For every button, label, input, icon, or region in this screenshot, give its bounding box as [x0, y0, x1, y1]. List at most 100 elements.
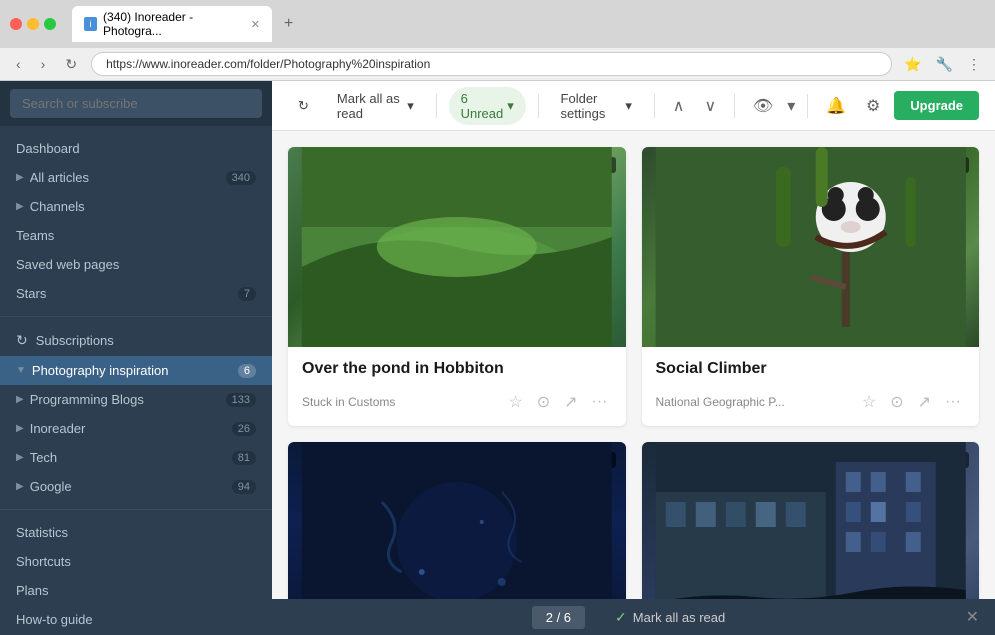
- card-svg-underwater: [288, 442, 626, 599]
- chevron-icon: ▶: [16, 452, 24, 463]
- chevron-icon: ▶: [16, 394, 24, 405]
- tab-close-icon[interactable]: ✕: [251, 18, 260, 31]
- minimize-dot[interactable]: [27, 18, 39, 30]
- sidebar-nav: Dashboard ▶ All articles 340 ▶ Channels …: [0, 126, 272, 635]
- bookmark-icon[interactable]: ⭐: [900, 54, 925, 75]
- cards-grid: 2h: [288, 147, 979, 599]
- toolbar-separator: [436, 94, 437, 118]
- sidebar-item-channels[interactable]: ▶ Channels: [0, 192, 272, 221]
- refresh-button[interactable]: ↻: [288, 92, 319, 120]
- browser-dots: [10, 18, 56, 30]
- chevron-icon: ▶: [16, 201, 24, 212]
- card-body-hobbiton: Over the pond in Hobbiton Stuck in Custo…: [288, 347, 626, 426]
- notification-icon[interactable]: 🔔: [820, 90, 852, 122]
- view-icon[interactable]: 👁: [747, 90, 779, 122]
- sidebar-item-programming-blogs[interactable]: ▶ Programming Blogs 133: [0, 385, 272, 414]
- page-indicator: 2 / 6: [532, 606, 585, 629]
- extensions-icon[interactable]: 🔧: [932, 54, 957, 75]
- sidebar-item-plans[interactable]: Plans: [0, 576, 272, 605]
- bottom-close-icon[interactable]: ✕: [966, 607, 979, 627]
- sidebar-divider-2: [0, 509, 272, 510]
- more-options-icon[interactable]: ···: [941, 391, 965, 413]
- bottom-bar-center: 2 / 6 ✓ Mark all as read: [532, 605, 736, 630]
- sidebar-item-shortcuts[interactable]: Shortcuts: [0, 547, 272, 576]
- url-bar[interactable]: [91, 52, 892, 76]
- next-arrow-icon[interactable]: ∨: [698, 90, 722, 122]
- toolbar-separator-2: [538, 94, 539, 118]
- sidebar-item-tech[interactable]: ▶ Tech 81: [0, 443, 272, 472]
- card-body-panda: Social Climber National Geographic P... …: [642, 347, 980, 426]
- card-image-hobbiton: 2h: [288, 147, 626, 347]
- sidebar: Dashboard ▶ All articles 340 ▶ Channels …: [0, 81, 272, 635]
- sidebar-item-dashboard[interactable]: Dashboard: [0, 134, 272, 163]
- prev-arrow-icon[interactable]: ∧: [667, 90, 691, 122]
- app-container: Dashboard ▶ All articles 340 ▶ Channels …: [0, 81, 995, 635]
- card-title: Over the pond in Hobbiton: [302, 359, 612, 380]
- forward-button[interactable]: ›: [35, 53, 52, 75]
- card-source: National Geographic P...: [656, 395, 852, 409]
- sidebar-item-google[interactable]: ▶ Google 94: [0, 472, 272, 501]
- main-content: 2h: [272, 131, 995, 599]
- dropdown-arrow-icon: ▾: [507, 98, 514, 114]
- sidebar-divider: [0, 316, 272, 317]
- sidebar-item-inoreader[interactable]: ▶ Inoreader 26: [0, 414, 272, 443]
- subscriptions-refresh-icon: ↻: [16, 332, 28, 349]
- chevron-icon: ▶: [16, 423, 24, 434]
- card-image-panda: 7h: [642, 147, 980, 347]
- card-panda: 7h: [642, 147, 980, 426]
- right-panel: ↻ Mark all as read ▾ 6 Unread ▾ Folder s…: [272, 81, 995, 635]
- card-title: Social Climber: [656, 359, 966, 380]
- upgrade-button[interactable]: Upgrade: [894, 91, 979, 120]
- toolbar: ↻ Mark all as read ▾ 6 Unread ▾ Folder s…: [272, 81, 995, 131]
- search-input[interactable]: [10, 89, 262, 118]
- refresh-icon: ↻: [298, 98, 309, 114]
- sidebar-item-how-to-guide[interactable]: How-to guide: [0, 605, 272, 634]
- browser-nav: ‹ › ↻ ⭐ 🔧 ⋮: [0, 48, 995, 80]
- card-svg-building: [642, 442, 980, 599]
- sidebar-item-statistics[interactable]: Statistics: [0, 518, 272, 547]
- toolbar-separator-5: [807, 94, 808, 118]
- chevron-icon: ▼: [16, 365, 26, 376]
- browser-nav-icons: ⭐ 🔧 ⋮: [900, 54, 985, 75]
- open-external-icon[interactable]: ↗: [914, 390, 935, 414]
- unread-filter[interactable]: 6 Unread ▾: [449, 87, 526, 125]
- check-icon: ✓: [615, 609, 627, 626]
- sidebar-item-photography-inspiration[interactable]: ▼ Photography inspiration 6: [0, 356, 272, 385]
- card-meta: National Geographic P... ☆ ⊙ ↗ ···: [656, 390, 966, 414]
- bottom-bar: 2 / 6 ✓ Mark all as read ✕: [272, 599, 995, 635]
- sidebar-item-stars[interactable]: Stars 7: [0, 279, 272, 308]
- read-later-icon[interactable]: ⊙: [886, 390, 907, 414]
- subscriptions-header[interactable]: ↻ Subscriptions: [0, 325, 272, 356]
- more-options-icon[interactable]: ···: [588, 391, 612, 413]
- star-icon[interactable]: ☆: [858, 390, 880, 414]
- mark-all-as-read-button[interactable]: ✓ Mark all as read: [605, 605, 735, 630]
- active-tab[interactable]: i (340) Inoreader - Photogra... ✕: [72, 6, 272, 42]
- close-dot[interactable]: [10, 18, 22, 30]
- chevron-icon: ▶: [16, 172, 24, 183]
- card-source: Stuck in Customs: [302, 395, 498, 409]
- dropdown-arrow-icon: ▾: [407, 98, 414, 114]
- sidebar-item-all-articles[interactable]: ▶ All articles 340: [0, 163, 272, 192]
- mark-all-as-read-dropdown[interactable]: Mark all as read ▾: [327, 85, 424, 127]
- open-external-icon[interactable]: ↗: [560, 390, 581, 414]
- chevron-icon: ▶: [16, 481, 24, 492]
- maximize-dot[interactable]: [44, 18, 56, 30]
- browser-titlebar: i (340) Inoreader - Photogra... ✕ +: [0, 0, 995, 48]
- sidebar-item-teams[interactable]: Teams: [0, 221, 272, 250]
- card-building: 19h: [642, 442, 980, 599]
- tab-title: (340) Inoreader - Photogra...: [103, 10, 245, 38]
- card-svg-hobbiton: [288, 147, 626, 347]
- browser-tabs: i (340) Inoreader - Photogra... ✕ +: [72, 6, 301, 42]
- star-icon[interactable]: ☆: [504, 390, 526, 414]
- menu-icon[interactable]: ⋮: [963, 54, 985, 75]
- view-dropdown-arrow[interactable]: ▾: [787, 96, 795, 116]
- read-later-icon[interactable]: ⊙: [533, 390, 554, 414]
- settings-icon[interactable]: ⚙: [860, 90, 886, 122]
- tab-favicon: i: [84, 17, 97, 31]
- folder-settings-dropdown[interactable]: Folder settings ▾: [551, 85, 642, 127]
- new-tab-button[interactable]: +: [276, 11, 301, 37]
- sidebar-item-saved-web-pages[interactable]: Saved web pages: [0, 250, 272, 279]
- card-hobbiton: 2h: [288, 147, 626, 426]
- back-button[interactable]: ‹: [10, 53, 27, 75]
- refresh-button[interactable]: ↻: [59, 53, 83, 76]
